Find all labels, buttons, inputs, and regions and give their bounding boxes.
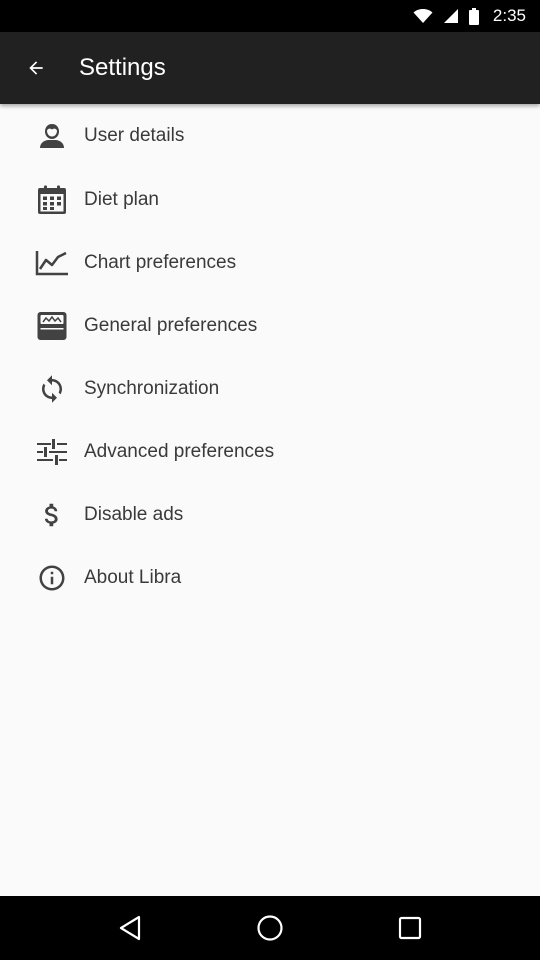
- status-bar: 2:35: [0, 0, 540, 32]
- nav-home-button[interactable]: [240, 896, 300, 960]
- back-button[interactable]: [0, 32, 72, 104]
- settings-item-label: Chart preferences: [84, 251, 237, 273]
- sliders-icon: [37, 438, 67, 465]
- settings-item-synchronization[interactable]: Synchronization: [0, 357, 540, 420]
- chart-line-icon: [35, 250, 68, 275]
- settings-item-advanced-preferences[interactable]: Advanced preferences: [0, 420, 540, 483]
- settings-item-label: General preferences: [84, 314, 258, 336]
- settings-item-label: About Libra: [84, 566, 182, 588]
- navigation-bar: [0, 896, 540, 960]
- nav-recents-icon: [398, 916, 422, 940]
- nav-home-icon: [257, 915, 283, 941]
- app-bar: Settings: [0, 32, 540, 104]
- user-icon: [40, 124, 64, 148]
- nav-back-button[interactable]: [100, 896, 160, 960]
- signal-icon: [443, 9, 458, 23]
- settings-list: User details Diet plan Chart preferences…: [0, 104, 540, 609]
- settings-item-chart-preferences[interactable]: Chart preferences: [0, 231, 540, 294]
- calendar-icon: [38, 185, 66, 214]
- info-icon: [39, 565, 65, 590]
- sync-icon: [42, 374, 62, 403]
- settings-item-about-libra[interactable]: About Libra: [0, 546, 540, 609]
- dollar-icon: [44, 503, 58, 526]
- settings-item-disable-ads[interactable]: Disable ads: [0, 483, 540, 546]
- scale-icon: [37, 311, 67, 340]
- settings-item-label: Synchronization: [84, 377, 220, 399]
- settings-item-label: Disable ads: [84, 503, 184, 525]
- settings-item-diet-plan[interactable]: Diet plan: [0, 168, 540, 231]
- battery-icon: [468, 7, 479, 25]
- settings-item-label: User details: [84, 125, 185, 146]
- settings-item-general-preferences[interactable]: General preferences: [0, 294, 540, 357]
- arrow-back-icon: [29, 61, 43, 75]
- settings-item-label: Diet plan: [84, 188, 159, 210]
- page-title: Settings: [79, 54, 166, 81]
- settings-item-user-details[interactable]: User details: [0, 104, 540, 168]
- nav-recents-button[interactable]: [380, 896, 440, 960]
- nav-back-icon: [119, 915, 141, 941]
- wifi-icon: [413, 9, 433, 23]
- settings-item-label: Advanced preferences: [84, 440, 275, 462]
- status-time: 2:35: [492, 6, 526, 25]
